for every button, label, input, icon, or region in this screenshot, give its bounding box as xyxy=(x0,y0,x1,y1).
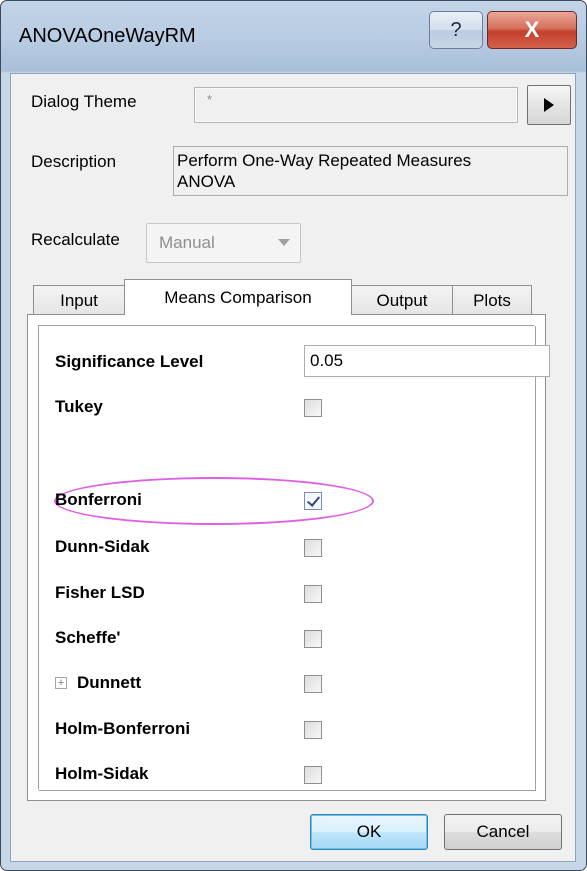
tab-label: Output xyxy=(376,290,428,310)
dialog-client-area: Dialog Theme * Description Perform One-W… xyxy=(10,73,576,862)
dunn-sidak-checkbox[interactable] xyxy=(304,539,322,557)
tab-output[interactable]: Output xyxy=(351,285,453,315)
recalculate-select[interactable]: Manual xyxy=(146,223,301,263)
dialog-window: ANOVAOneWayRM ? X Dialog Theme * Descrip… xyxy=(0,0,587,871)
description-line-2: ANOVA xyxy=(177,172,236,191)
tukey-checkbox[interactable] xyxy=(304,399,322,417)
bonferroni-label: Bonferroni xyxy=(55,490,142,509)
tab-means-comparison[interactable]: Means Comparison xyxy=(124,279,352,315)
dunn-sidak-label: Dunn-Sidak xyxy=(55,537,150,556)
chevron-down-icon xyxy=(278,239,290,246)
holm-sidak-checkbox[interactable] xyxy=(304,766,322,784)
help-icon: ? xyxy=(450,18,462,41)
help-button[interactable]: ? xyxy=(429,11,483,49)
holm-bonferroni-checkbox[interactable] xyxy=(304,721,322,739)
play-arrow-icon xyxy=(544,98,554,112)
dialog-theme-label: Dialog Theme xyxy=(31,92,137,111)
bonferroni-checkbox[interactable] xyxy=(304,492,322,510)
window-title: ANOVAOneWayRM xyxy=(19,25,196,47)
tab-plots[interactable]: Plots xyxy=(452,285,532,315)
ok-label: OK xyxy=(356,822,382,841)
options-group: Significance Level 0.05 Tukey Bonferroni… xyxy=(38,325,550,790)
scheffe-checkbox[interactable] xyxy=(304,630,322,648)
scheffe-label: Scheffe' xyxy=(55,628,121,647)
tukey-label: Tukey xyxy=(55,397,103,416)
fisher-lsd-checkbox[interactable] xyxy=(304,585,322,603)
holm-sidak-label: Holm-Sidak xyxy=(55,764,149,783)
theme-menu-button[interactable] xyxy=(527,85,571,125)
significance-level-input[interactable]: 0.05 xyxy=(304,345,550,377)
significance-level-label: Significance Level xyxy=(55,352,204,371)
close-button[interactable]: X xyxy=(487,11,577,49)
dunnett-checkbox[interactable] xyxy=(304,675,322,693)
expand-icon[interactable]: + xyxy=(55,677,67,689)
close-icon: X xyxy=(524,17,540,42)
tab-label: Input xyxy=(60,290,98,310)
dialog-theme-field[interactable]: * xyxy=(194,87,518,123)
title-bar[interactable]: ANOVAOneWayRM ? X xyxy=(1,1,586,73)
recalculate-value: Manual xyxy=(159,233,215,252)
tab-input[interactable]: Input xyxy=(33,285,125,315)
cancel-label: Cancel xyxy=(476,822,530,841)
dunnett-label: Dunnett xyxy=(77,673,142,692)
description-box: Perform One-Way Repeated Measures ANOVA xyxy=(173,146,568,196)
dialog-theme-value: * xyxy=(207,92,213,107)
means-comparison-panel: Significance Level 0.05 Tukey Bonferroni… xyxy=(27,314,550,801)
recalculate-label: Recalculate xyxy=(31,230,120,249)
description-line-1: Perform One-Way Repeated Measures xyxy=(177,151,472,170)
holm-bonferroni-label: Holm-Bonferroni xyxy=(55,719,191,738)
description-label: Description xyxy=(31,152,117,171)
cancel-button[interactable]: Cancel xyxy=(444,814,562,850)
tab-label: Plots xyxy=(473,290,511,310)
tab-label: Means Comparison xyxy=(164,287,312,307)
ok-button[interactable]: OK xyxy=(310,814,428,850)
fisher-lsd-label: Fisher LSD xyxy=(55,583,145,602)
